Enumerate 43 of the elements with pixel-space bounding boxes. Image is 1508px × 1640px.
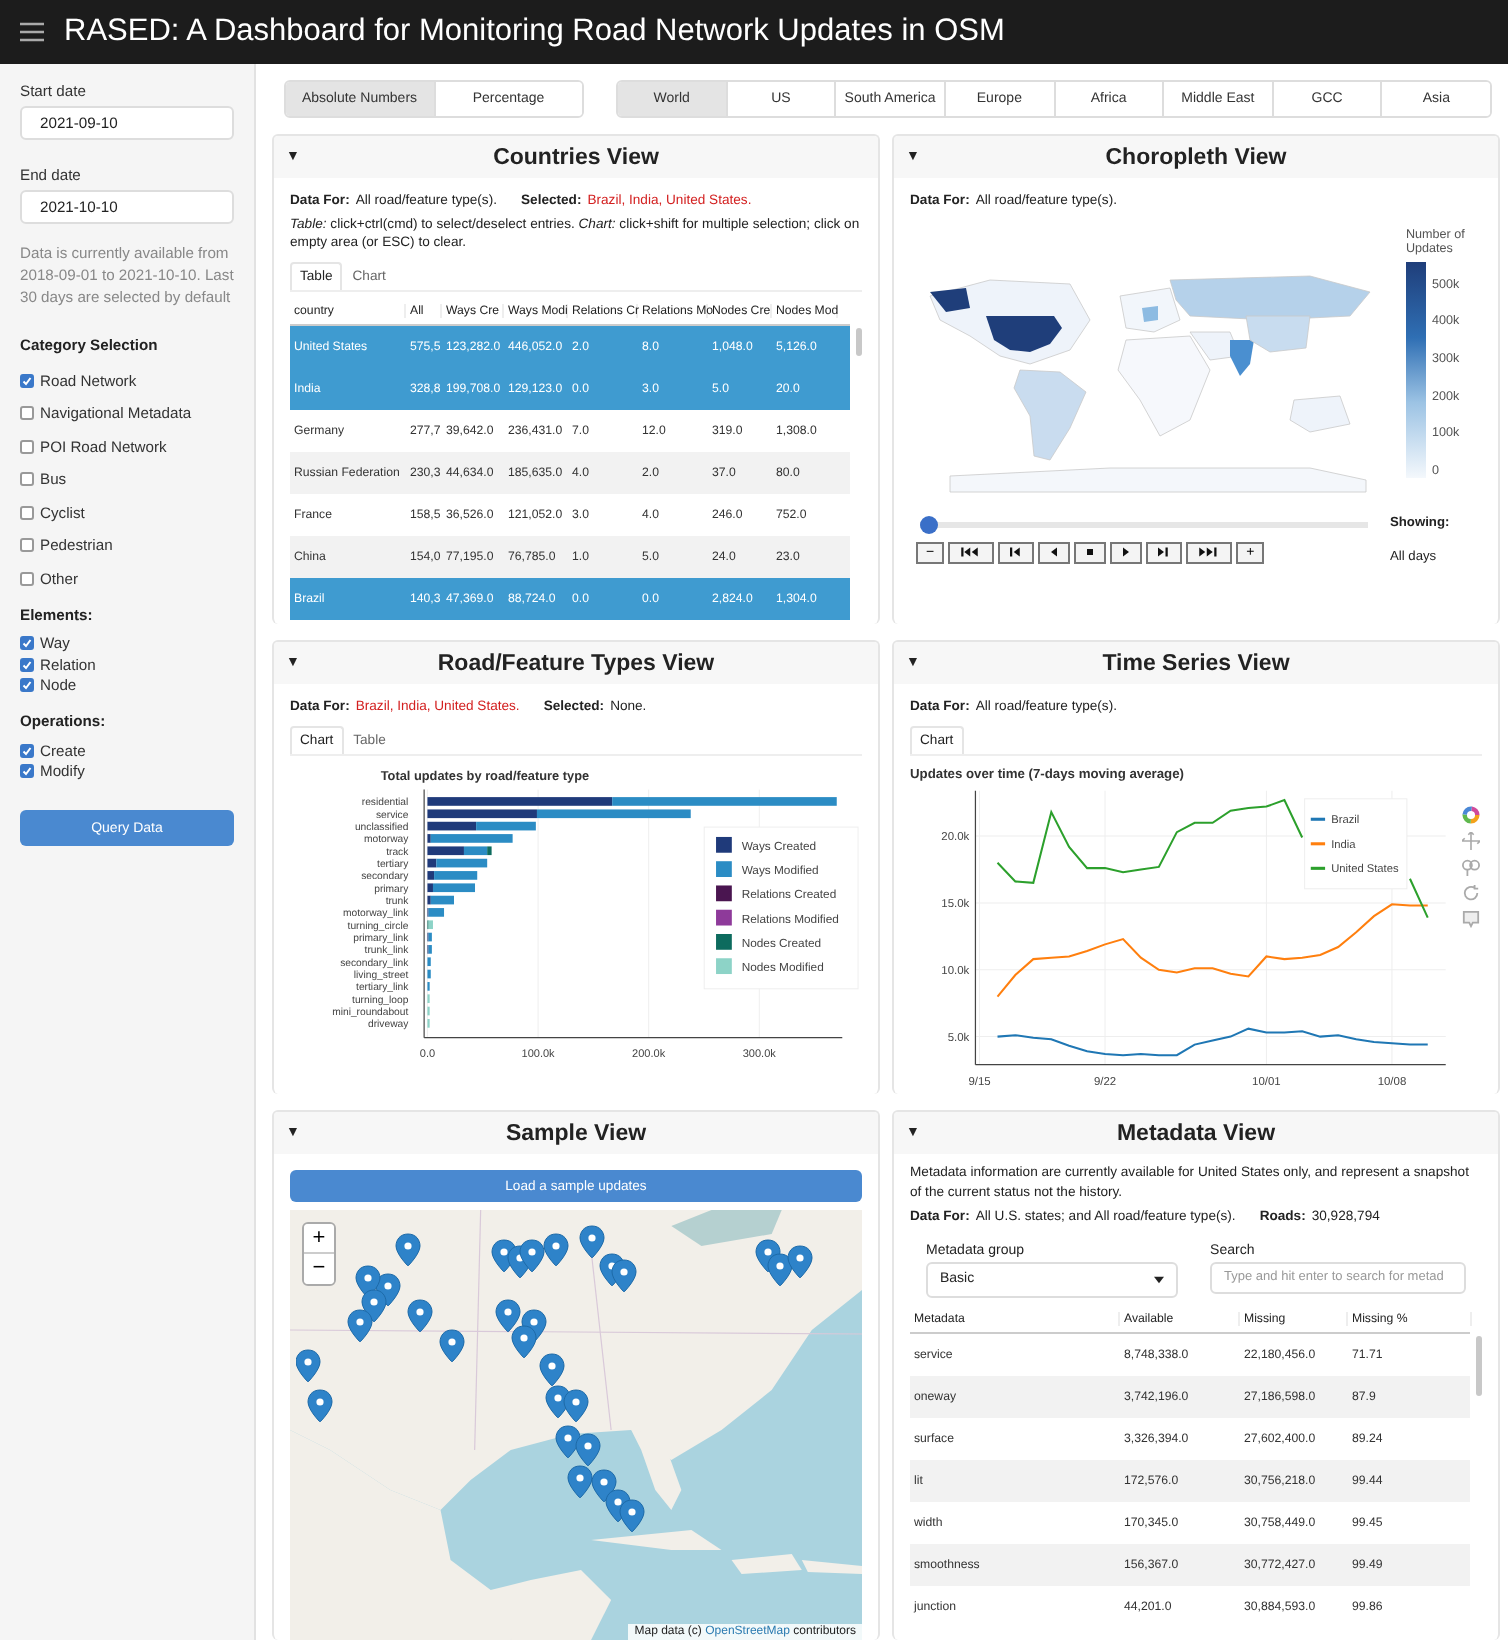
player-button[interactable] (998, 541, 1035, 564)
hover-icon[interactable] (1461, 909, 1479, 928)
player-button[interactable] (1186, 541, 1233, 564)
panel-title: Metadata View (1114, 1121, 1278, 1145)
scrollbar[interactable] (856, 327, 862, 356)
checkbox[interactable] (20, 406, 34, 421)
checkbox[interactable] (20, 538, 34, 553)
skip-to-end-icon (1196, 546, 1223, 559)
player-button[interactable] (1110, 541, 1143, 564)
checkbox[interactable] (20, 678, 34, 693)
checkbox[interactable] (20, 472, 34, 487)
pan-icon[interactable] (1461, 831, 1479, 850)
checkbox[interactable] (20, 571, 34, 586)
checkbox[interactable] (20, 764, 34, 779)
checkbox[interactable] (20, 657, 34, 672)
checkbox[interactable] (20, 505, 34, 520)
color-wheel-icon[interactable] (1461, 805, 1479, 824)
zoom-in-button[interactable]: + (304, 1224, 334, 1254)
reverse-icon (1048, 546, 1061, 559)
panel-title: Road/Feature Types View (435, 651, 717, 675)
zoom-icon[interactable] (1461, 857, 1479, 876)
player-button[interactable] (1074, 541, 1107, 564)
app-title: RASED: A Dashboard for Monitoring Road Network Updates in OSM (64, 14, 1005, 50)
reset-icon[interactable] (1461, 883, 1479, 902)
checkbox[interactable] (20, 636, 34, 651)
panel-title: Choropleth View (1103, 145, 1289, 169)
checkbox[interactable] (20, 743, 34, 758)
step-back-icon (1008, 546, 1025, 559)
scrollbar[interactable] (1476, 1335, 1482, 1396)
panel-title: Time Series View (1100, 651, 1292, 675)
caret-icon (1154, 1275, 1165, 1284)
play-icon (1120, 546, 1133, 559)
panel-title: Countries View (491, 145, 661, 169)
menu-icon[interactable] (20, 22, 44, 42)
zoom-out-button[interactable]: − (304, 1254, 334, 1284)
player-button[interactable] (1038, 541, 1071, 564)
checkbox[interactable] (20, 373, 34, 388)
checkbox[interactable] (20, 439, 34, 454)
step-forward-icon (1156, 546, 1173, 559)
slider-thumb[interactable] (920, 515, 938, 534)
player-button[interactable] (948, 541, 995, 564)
player-button[interactable] (1146, 541, 1183, 564)
panel-title: Sample View (503, 1121, 649, 1145)
